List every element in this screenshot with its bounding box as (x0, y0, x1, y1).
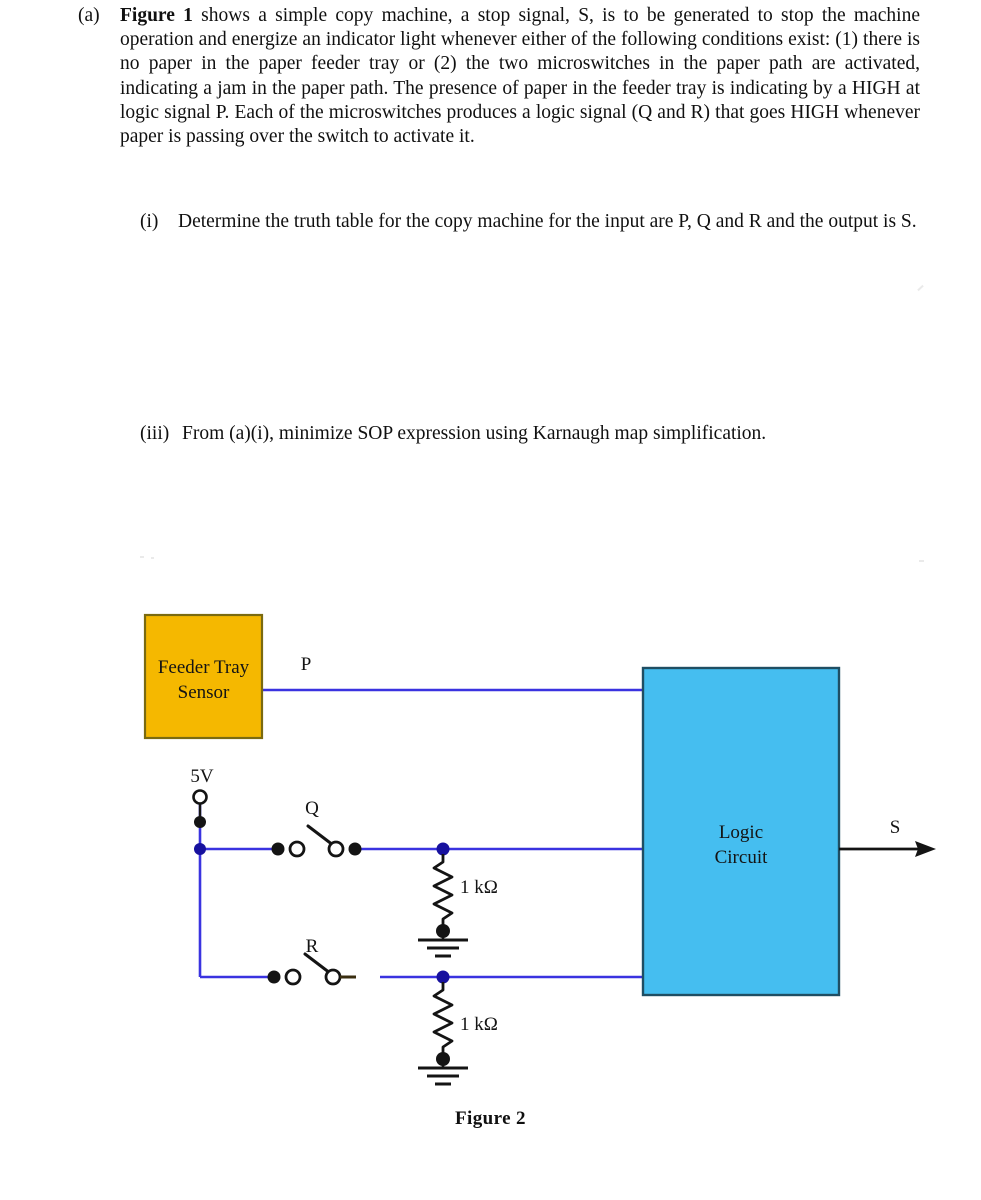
scan-artifact-left (140, 556, 144, 558)
question-a-marker: (a) (78, 5, 100, 26)
scan-artifact-right (917, 284, 924, 292)
resistor-top-zigzag (432, 854, 454, 926)
sub-question-iii-row: (iii) From (a)(i), minimize SOP expressi… (140, 422, 940, 446)
feeder-tray-sensor-label-line2: Sensor (178, 682, 230, 703)
question-a: (a) Figure 1 shows a simple copy machine… (78, 4, 920, 149)
question-a-row: (a) Figure 1 shows a simple copy machine… (78, 4, 920, 149)
sub-question-iii: (iii) From (a)(i), minimize SOP expressi… (140, 422, 940, 446)
circuit-diagram-svg: Feeder Tray Sensor Logic Circuit P Q R S… (143, 613, 936, 1086)
feeder-tray-sensor-label-line1: Feeder Tray (158, 657, 250, 678)
logic-circuit-label-line1: Logic (719, 822, 763, 843)
sub-question-iii-marker: (iii) (140, 423, 170, 444)
switch-q-left-contact (288, 840, 306, 858)
figure-1-reference: Figure 1 (120, 5, 193, 26)
junction-dot-r-resistor (436, 970, 450, 984)
switch-r-left-terminal (267, 970, 281, 984)
signal-label-q: Q (305, 798, 319, 819)
question-a-text: shows a simple copy machine, a stop sign… (120, 5, 920, 148)
supply-terminal-node (194, 816, 206, 828)
sub-question-i-row: (i) Determine the truth table for the co… (140, 210, 920, 234)
resistor-bottom-zigzag (432, 982, 454, 1054)
figure-2: Feeder Tray Sensor Logic Circuit P Q R S… (0, 590, 981, 1160)
resistor-label-bottom: 1 kΩ (460, 1014, 498, 1035)
signal-label-s: S (890, 817, 901, 838)
sub-question-i-marker: (i) (140, 211, 159, 232)
signal-label-p: P (301, 654, 312, 675)
sub-question-iii-text: From (a)(i), minimize SOP expression usi… (182, 423, 767, 444)
switch-r-left-contact (284, 968, 302, 986)
logic-circuit-label-line2: Circuit (715, 847, 768, 868)
supply-terminal-circle (192, 789, 208, 805)
resistor-label-top: 1 kΩ (460, 877, 498, 898)
scan-artifact-left-2 (151, 557, 154, 559)
switch-q-right-terminal (348, 842, 362, 856)
sub-question-i: (i) Determine the truth table for the co… (140, 210, 920, 234)
junction-dot-supply-q (194, 843, 206, 855)
sub-question-i-text: Determine the truth table for the copy m… (178, 211, 917, 232)
figure-2-caption: Figure 2 (455, 1108, 526, 1129)
scan-artifact-bottom-right (919, 560, 924, 562)
switch-q-lever (306, 824, 333, 845)
supply-label-5v: 5V (190, 766, 214, 787)
switch-q-left-terminal (271, 842, 285, 856)
output-arrow-head (915, 841, 936, 857)
question-a-body: Figure 1 shows a simple copy machine, a … (120, 4, 920, 149)
junction-dot-q-resistor (436, 842, 450, 856)
signal-label-r: R (306, 936, 319, 957)
